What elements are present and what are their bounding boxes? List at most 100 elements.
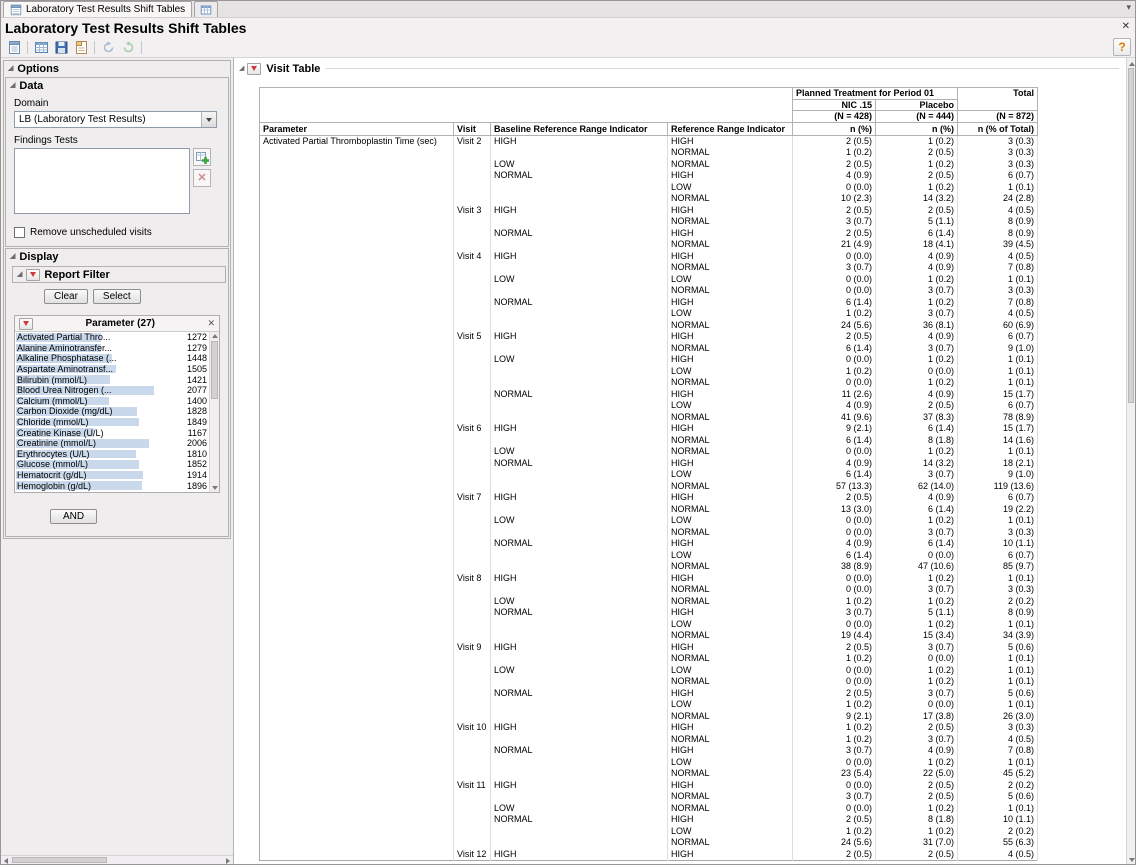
filter-item-label: Alkaline Phosphatase (... [17,353,184,363]
disclosure-icon[interactable]: ◢ [239,65,244,72]
filter-item[interactable]: Creatinine (mmol/L)2006 [15,438,209,449]
scroll-down-icon[interactable] [1129,858,1135,862]
table-cell: 0 (0.0) [876,550,958,562]
tab-data-table[interactable] [194,1,218,17]
scroll-up-icon[interactable] [212,334,218,338]
scroll-right-icon[interactable] [226,858,230,864]
filter-item-label: Blood Urea Nitrogen (... [17,385,184,395]
data-table-button[interactable] [32,38,50,56]
data-section-header[interactable]: ◢ Data [6,78,228,93]
refresh-button[interactable] [99,38,117,56]
table-cell: 3 (0.7) [793,216,876,228]
options-header[interactable]: ◢ Options [4,61,230,76]
table-cell [260,630,454,642]
sidebar-horizontal-scrollbar[interactable] [1,855,233,864]
scroll-left-icon[interactable] [4,858,8,864]
disclosure-icon[interactable]: ◢ [8,65,13,72]
tab-shift-tables[interactable]: Laboratory Test Results Shift Tables [3,1,192,17]
add-tests-button[interactable] [193,148,211,166]
table-cell [454,745,491,757]
filter-item[interactable]: Alanine Aminotransfer...1279 [15,343,209,354]
table-cell [260,216,454,228]
combo-dropdown-button[interactable] [201,112,216,127]
filter-scrollbar[interactable] [209,332,219,492]
disclosure-icon[interactable]: ◢ [17,271,22,278]
filter-item[interactable]: Erythrocytes (U/L)1810 [15,449,209,460]
horizontal-scrollbar-thumb[interactable] [12,857,107,863]
remove-tests-button[interactable]: ✕ [193,169,211,187]
filter-close-icon[interactable]: ✕ [207,318,215,329]
table-cell [454,159,491,171]
select-button[interactable]: Select [93,289,141,304]
domain-select[interactable]: LB (Laboratory Test Results) [14,111,217,128]
scroll-up-icon[interactable] [1129,62,1135,66]
display-section-header[interactable]: ◢ Display [6,249,228,264]
filter-item-label: Chloride (mmol/L) [17,417,184,427]
filter-item[interactable]: Blood Urea Nitrogen (...2077 [15,385,209,396]
table-cell: 0 (0.0) [876,653,958,665]
filter-item-count: 1279 [187,343,207,353]
report-filter-header[interactable]: ◢ Report Filter [13,267,225,282]
table-cell: NORMAL [668,768,793,780]
table-cell: 6 (1.4) [793,297,876,309]
table-cell: 5 (1.1) [876,607,958,619]
rerun-button[interactable] [119,38,137,56]
disclosure-icon[interactable]: ◢ [10,82,15,89]
report-filter-menu-button[interactable] [26,269,40,281]
table-cell: 62 (14.0) [876,481,958,493]
filter-item[interactable]: Hematocrit (g/dL)1914 [15,470,209,481]
table-cell: NORMAL [668,653,793,665]
filter-item[interactable]: Calcium (mmol/L)1400 [15,396,209,407]
treatment-group-header: Planned Treatment for Period 01 [793,88,958,100]
filter-item[interactable]: Aspartate Aminotransf...1505 [15,364,209,375]
close-icon[interactable]: ✕ [1122,21,1130,32]
table-cell: 2 (0.5) [793,814,876,826]
table-cell [454,182,491,194]
table-cell [491,366,668,378]
table-cell: LOW [668,366,793,378]
table-cell: 0 (0.0) [793,757,876,769]
filter-item-count: 1852 [187,459,207,469]
table-cell: NORMAL [668,193,793,205]
table-cell: 3 (0.3) [958,147,1038,159]
filter-item[interactable]: Chloride (mmol/L)1849 [15,417,209,428]
table-row: NORMAL6 (1.4)8 (1.8)14 (1.6) [260,435,1038,447]
table-cell [454,837,491,849]
table-row: NORMALHIGH4 (0.9)6 (1.4)10 (1.1) [260,538,1038,550]
filter-item[interactable]: Glucose (mmol/L)1852 [15,459,209,470]
scroll-down-icon[interactable] [212,486,218,490]
table-cell: 2 (0.5) [793,492,876,504]
vertical-scrollbar-thumb[interactable] [1128,68,1134,403]
filter-scrollbar-thumb[interactable] [211,341,218,399]
table-cell: NORMAL [668,377,793,389]
remove-unscheduled-checkbox[interactable] [14,227,25,238]
parameter-filter-menu-button[interactable] [19,318,33,330]
filter-item[interactable]: Carbon Dioxide (mg/dL)1828 [15,406,209,417]
help-button[interactable]: ? [1113,38,1131,56]
visit-table-menu-button[interactable] [247,63,261,75]
clear-button[interactable]: Clear [44,289,88,304]
report-filter-title: Report Filter [44,269,109,281]
table-cell: 0 (0.0) [793,515,876,527]
open-report-button[interactable] [5,38,23,56]
filter-item[interactable]: Bilirubin (mmol/L)1421 [15,374,209,385]
pin-icon[interactable]: ▾ [1126,3,1131,12]
filter-item-count: 1167 [188,428,207,438]
table-cell: 2 (0.5) [876,400,958,412]
filter-item[interactable]: Creatine Kinase (U/L)1167 [15,427,209,438]
table-cell [260,803,454,815]
table-cell: 1 (0.1) [958,699,1038,711]
table-cell [260,389,454,401]
table-cell: NORMAL [668,159,793,171]
vertical-scrollbar[interactable] [1126,58,1135,864]
disclosure-icon[interactable]: ◢ [10,253,15,260]
filter-item[interactable]: Alkaline Phosphatase (...1448 [15,353,209,364]
save-button[interactable] [52,38,70,56]
table-cell: 1 (0.2) [876,297,958,309]
filter-item-label: Carbon Dioxide (mg/dL) [17,406,184,416]
filter-item[interactable]: Hemoglobin (g/dL)1896 [15,480,209,491]
and-button[interactable]: AND [50,509,97,524]
journal-button[interactable] [72,38,90,56]
filter-item[interactable]: Activated Partial Thro...1272 [15,332,209,343]
findings-tests-listbox[interactable] [14,148,190,214]
